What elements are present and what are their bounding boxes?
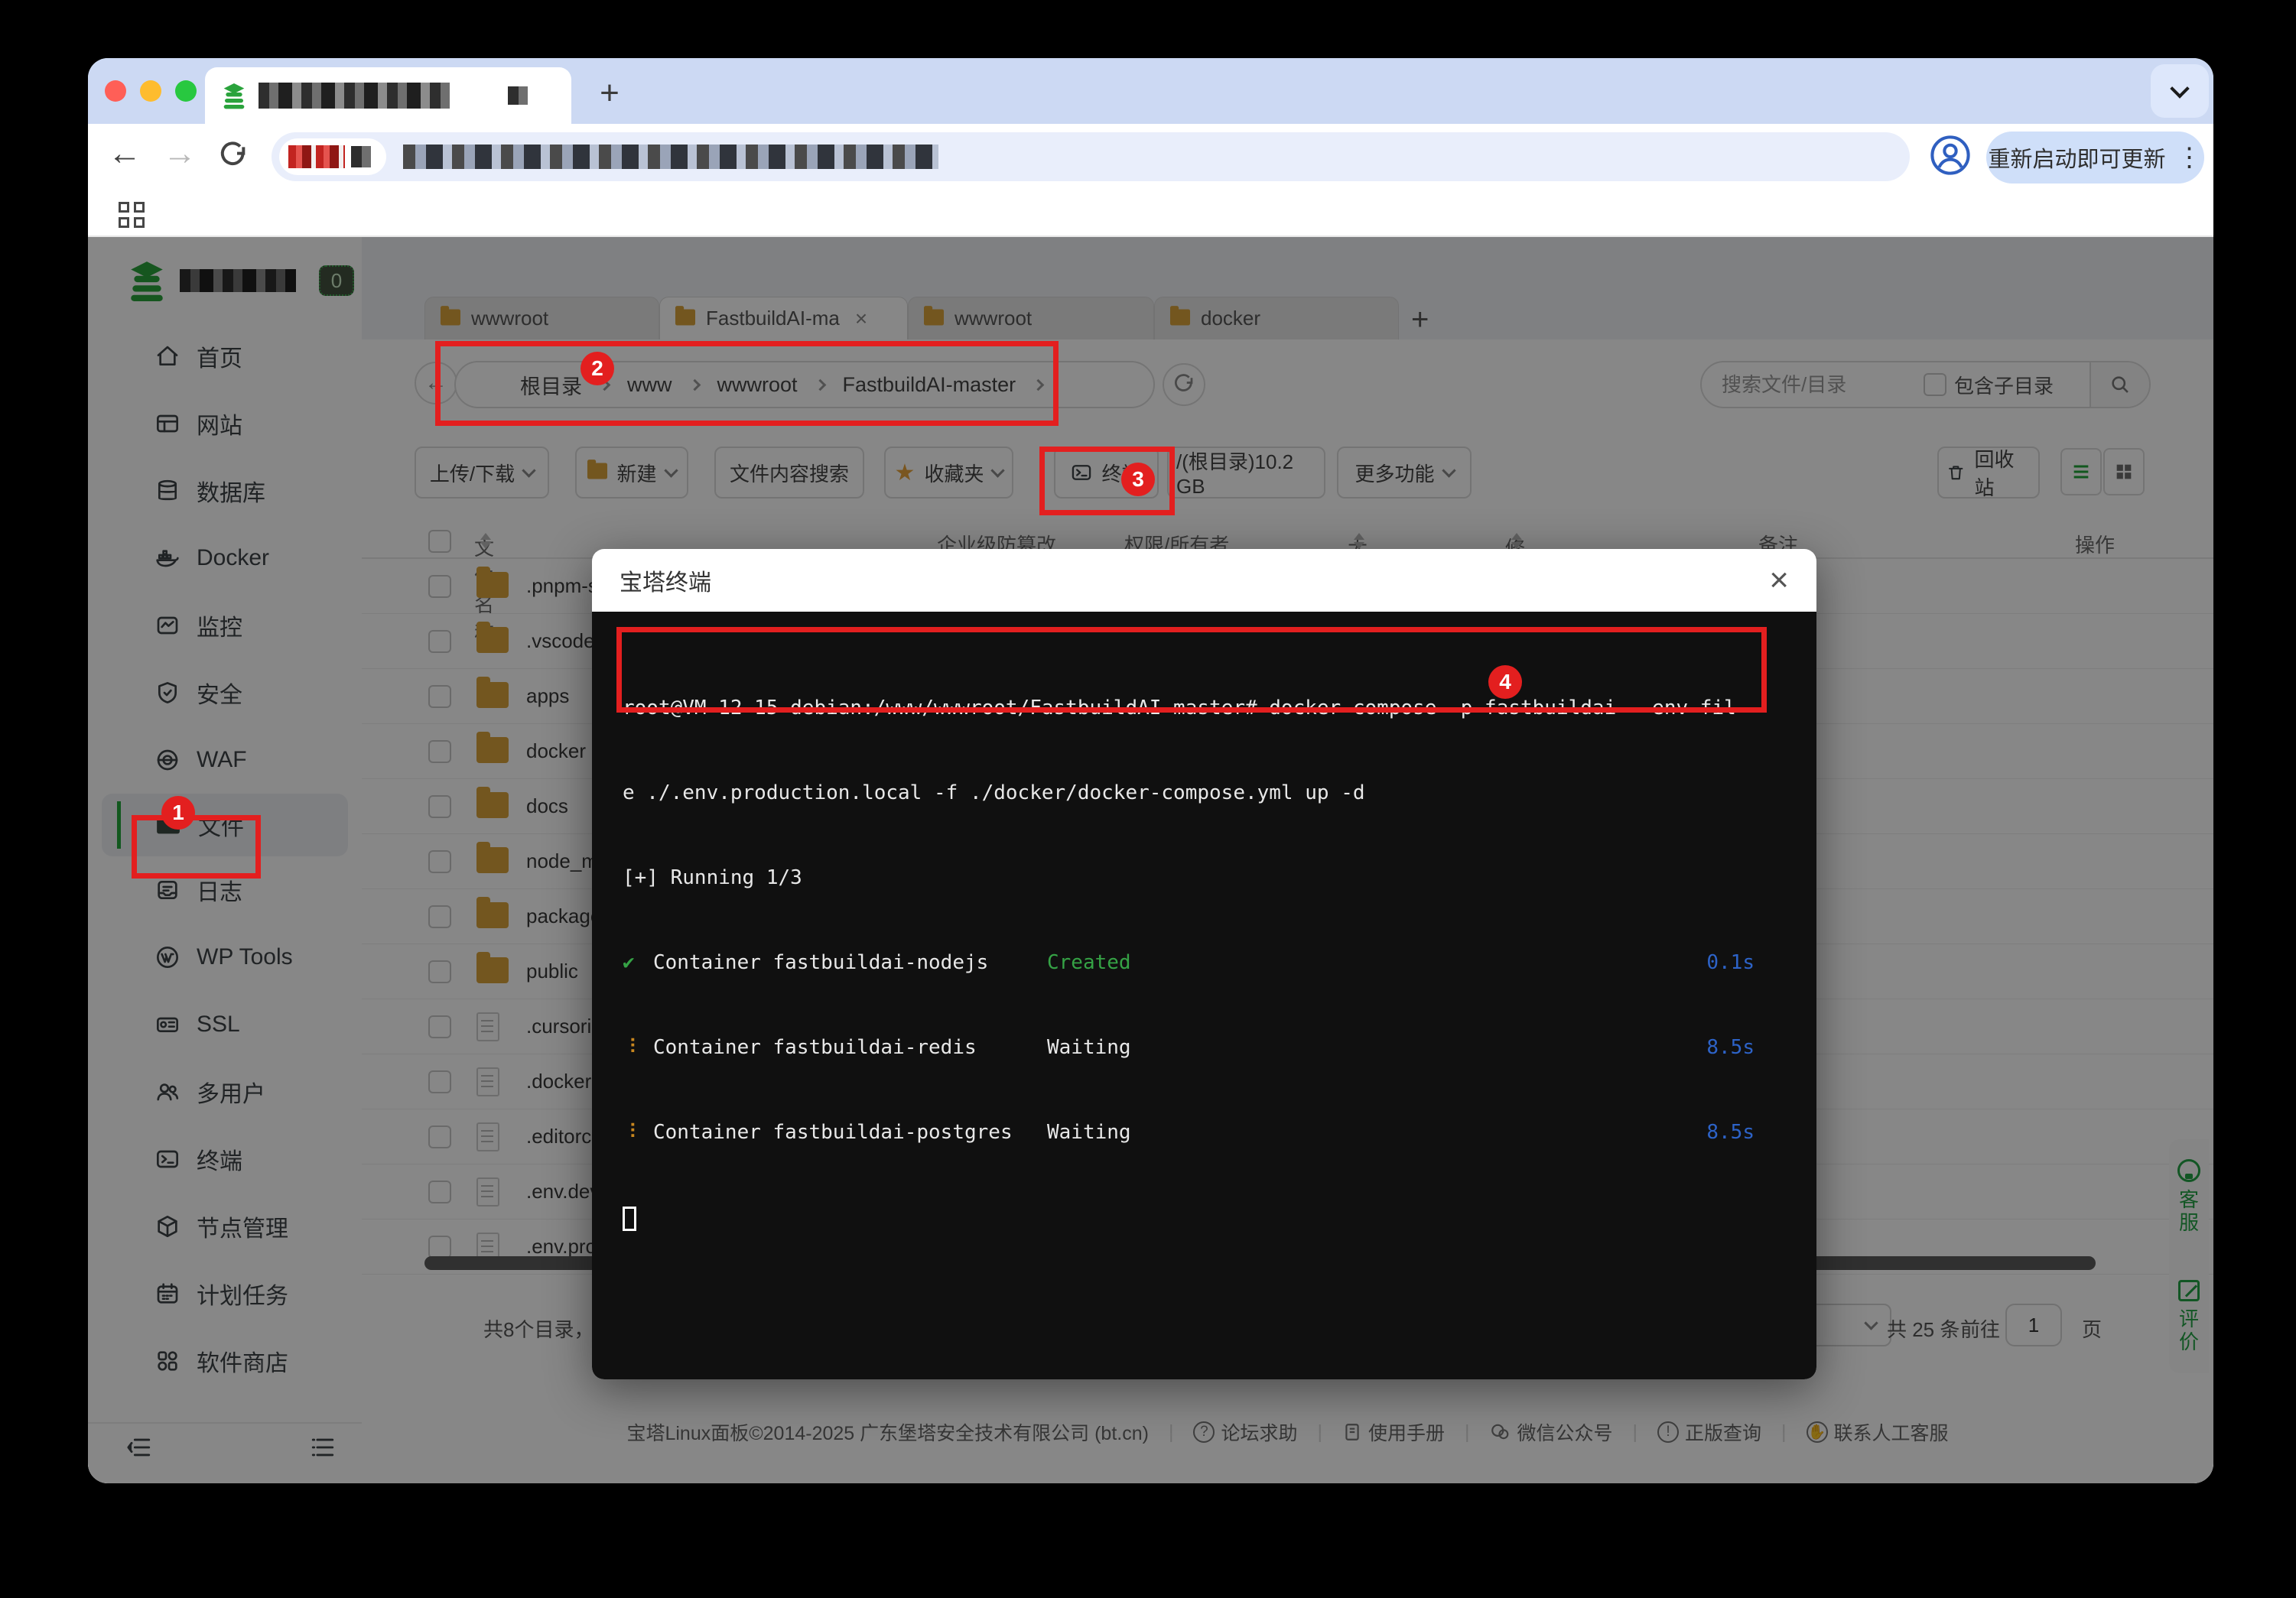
- browser-update-button[interactable]: 重新启动即可更新 ⋮: [1986, 132, 2204, 184]
- bookmarks-bar: [88, 190, 2213, 237]
- container-status: Waiting: [1047, 1119, 1131, 1147]
- container-name: Container fastbuildai-nodejs: [653, 949, 1047, 977]
- minimize-window-button[interactable]: [140, 80, 161, 102]
- container-name: Container fastbuildai-redis: [653, 1034, 1047, 1062]
- modal-header: 宝塔终端 ×: [592, 549, 1816, 612]
- update-button-label: 重新启动即可更新: [1988, 141, 2165, 174]
- container-status-row: ✔Container fastbuildai-nodejsCreated 0.1s: [623, 949, 1755, 977]
- browser-tabstrip: +: [88, 58, 2213, 124]
- container-status-row: ⠸Container fastbuildai-redisWaiting 8.5s: [623, 1034, 1755, 1062]
- profile-icon[interactable]: [1930, 135, 1971, 176]
- container-time: 8.5s: [1706, 1034, 1755, 1062]
- terminal-command-line2: e ./.env.production.local -f ./docker/do…: [623, 779, 1786, 807]
- annotation-badge-3: 3: [1121, 463, 1155, 496]
- back-button[interactable]: ←: [108, 135, 141, 173]
- container-name: Container fastbuildai-postgres: [653, 1119, 1047, 1147]
- kebab-menu-icon[interactable]: ⋮: [2177, 142, 2203, 173]
- reload-button[interactable]: [218, 141, 249, 171]
- terminal-output[interactable]: root@VM-12-15-debian:/www/wwwroot/Fastbu…: [592, 612, 1816, 1379]
- annotation-badge-2: 2: [581, 352, 614, 385]
- chevron-down-icon: [2170, 79, 2189, 98]
- browser-tab-active[interactable]: [205, 67, 571, 124]
- container-time: 0.1s: [1706, 949, 1755, 977]
- container-status: Created: [1047, 949, 1131, 977]
- container-status-row: ⠸Container fastbuildai-postgresWaiting 8.…: [623, 1119, 1755, 1147]
- container-time: 8.5s: [1706, 1119, 1755, 1147]
- new-tab-button[interactable]: +: [593, 78, 626, 112]
- check-icon: ✔: [623, 949, 653, 977]
- annotation-box-1: [132, 815, 261, 879]
- tab-search-button[interactable]: [2151, 64, 2209, 118]
- annotation-box-2: [435, 341, 1059, 426]
- bt-favicon-icon: [222, 82, 246, 109]
- annotation-badge-4: 4: [1488, 665, 1522, 699]
- site-logo-redacted: [288, 145, 345, 168]
- spinner-icon: ⠸: [623, 1034, 653, 1062]
- terminal-cursor: [623, 1207, 636, 1231]
- tab-title-redacted: [259, 83, 450, 109]
- container-status: Waiting: [1047, 1034, 1131, 1062]
- url-text-redacted: [403, 145, 938, 169]
- modal-title: 宝塔终端: [620, 564, 711, 597]
- spinner-icon: ⠸: [623, 1119, 653, 1147]
- browser-window: + ← → ☆ 重新启动即可更新 ⋮ 0 首页: [88, 58, 2213, 1483]
- apps-grid-icon[interactable]: [119, 202, 145, 228]
- forward-button[interactable]: →: [163, 135, 197, 173]
- terminal-running-line: [+] Running 1/3: [623, 864, 1786, 892]
- close-icon[interactable]: ×: [1769, 561, 1789, 599]
- tab-extra-redacted: [508, 86, 528, 105]
- annotation-badge-1: 1: [161, 796, 195, 830]
- zoom-window-button[interactable]: [175, 80, 197, 102]
- site-badge: [279, 138, 386, 175]
- url-bar[interactable]: ☆: [272, 132, 1910, 181]
- annotation-box-4: [616, 627, 1767, 713]
- close-window-button[interactable]: [105, 80, 126, 102]
- site-logo-redacted-2: [351, 146, 371, 167]
